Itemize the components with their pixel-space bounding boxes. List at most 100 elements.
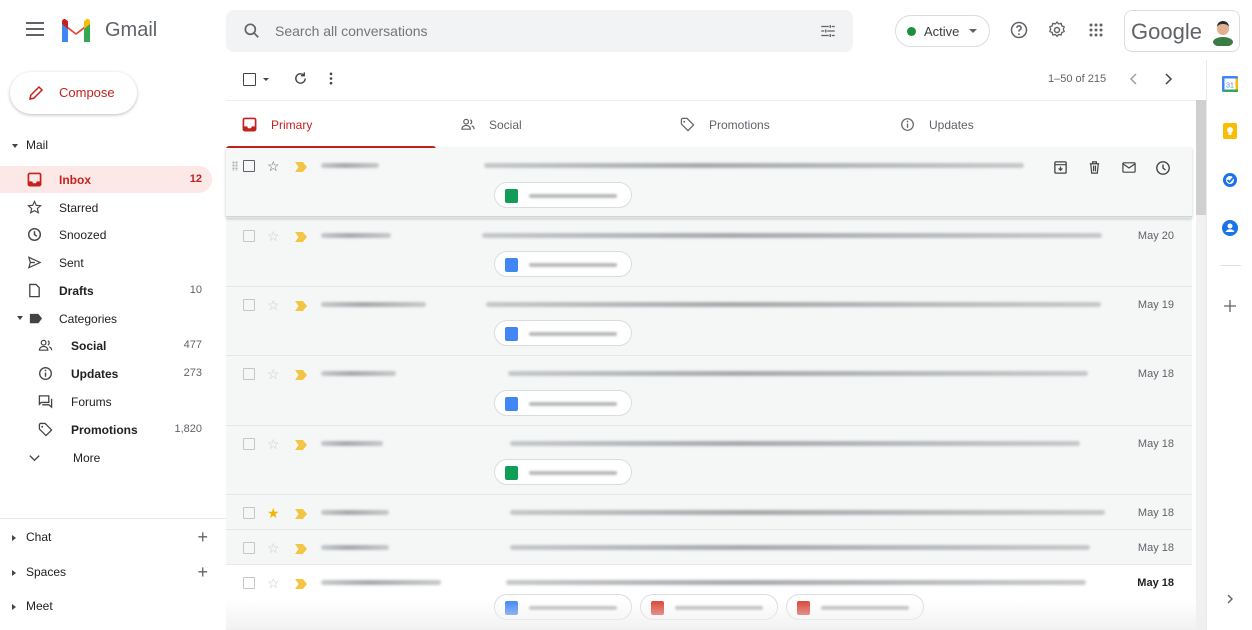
important-marker-icon[interactable] (295, 301, 307, 311)
select-dropdown-icon[interactable] (263, 78, 269, 81)
account-button[interactable]: Google (1124, 10, 1240, 52)
attachment-chip[interactable] (786, 594, 924, 620)
status-selector[interactable]: Active (895, 15, 990, 47)
list-toolbar: 1–50 of 215 (226, 60, 1196, 100)
sidebar-item-drafts[interactable]: Drafts 10 (0, 277, 212, 304)
attachment-chip[interactable] (494, 251, 632, 277)
attachment-chip[interactable] (494, 390, 632, 416)
snooze-icon[interactable] (1155, 160, 1171, 176)
star-icon[interactable]: ☆ (267, 576, 280, 590)
important-marker-icon[interactable] (295, 579, 307, 589)
apps-grid-icon[interactable] (1086, 20, 1106, 40)
category-count: 273 (183, 367, 202, 379)
attachment-chip[interactable] (494, 182, 632, 208)
mail-section-header[interactable]: Mail (12, 138, 48, 152)
email-row[interactable]: ☆ May 18 (226, 565, 1192, 630)
email-row[interactable]: ☆ May 18 (226, 530, 1192, 565)
star-icon[interactable]: ☆ (267, 229, 280, 243)
more-options-icon[interactable] (328, 71, 334, 86)
important-marker-icon[interactable] (295, 509, 307, 519)
archive-icon[interactable] (1053, 160, 1068, 175)
doc-file-icon (505, 327, 518, 341)
important-marker-icon[interactable] (295, 162, 307, 172)
top-bar: Gmail Active Google (0, 0, 1252, 60)
sidebar-section-chat[interactable]: Chat + (12, 527, 212, 547)
row-checkbox[interactable] (243, 230, 255, 242)
star-icon[interactable]: ☆ (267, 367, 280, 381)
sidebar-item-updates[interactable]: Updates 273 (0, 360, 212, 387)
attachment-chip[interactable] (494, 459, 632, 485)
email-row[interactable]: ☆ May 20 (226, 218, 1192, 287)
email-row[interactable]: ☆ May 19 (226, 287, 1192, 356)
send-icon (27, 256, 42, 269)
attachment-chip[interactable] (494, 320, 632, 346)
important-marker-icon[interactable] (295, 370, 307, 380)
email-row[interactable]: ☆ (226, 148, 1192, 218)
sidebar-section-meet[interactable]: Meet (12, 599, 212, 613)
important-marker-icon[interactable] (295, 232, 307, 242)
row-checkbox[interactable] (243, 368, 255, 380)
search-input[interactable] (275, 23, 795, 39)
search-options-icon[interactable] (819, 22, 837, 40)
row-checkbox[interactable] (243, 160, 255, 172)
add-addon-icon[interactable] (1221, 297, 1239, 315)
contacts-icon[interactable] (1221, 219, 1239, 237)
calendar-icon[interactable]: 31 (1221, 75, 1239, 93)
tab-social[interactable]: Social (444, 101, 664, 149)
main-menu-button[interactable] (26, 22, 44, 38)
expand-triangle-icon (12, 534, 16, 541)
sidebar-item-forums[interactable]: Forums (0, 388, 212, 415)
sidebar-item-promotions[interactable]: Promotions 1,820 (0, 416, 212, 443)
row-checkbox[interactable] (243, 507, 255, 519)
next-page-icon[interactable] (1162, 72, 1174, 86)
help-icon[interactable] (1009, 20, 1029, 40)
row-checkbox[interactable] (243, 577, 255, 589)
tasks-icon[interactable] (1221, 171, 1239, 189)
star-icon[interactable]: ☆ (267, 298, 280, 312)
add-space-icon[interactable]: + (197, 562, 208, 583)
gmail-logo[interactable] (60, 18, 92, 42)
show-side-panel-icon[interactable] (1221, 590, 1239, 608)
star-icon[interactable]: ☆ (267, 437, 280, 451)
keep-icon[interactable] (1221, 122, 1239, 140)
important-marker-icon[interactable] (295, 544, 307, 554)
scrollbar-thumb[interactable] (1196, 100, 1206, 215)
search-bar[interactable] (226, 10, 853, 52)
row-checkbox[interactable] (243, 299, 255, 311)
sidebar-item-more[interactable]: More (0, 444, 212, 471)
attachment-chip[interactable] (494, 594, 632, 620)
star-icon[interactable]: ★ (267, 506, 280, 520)
delete-icon[interactable] (1087, 160, 1102, 175)
email-row[interactable]: ☆ May 18 (226, 356, 1192, 426)
add-chat-icon[interactable]: + (197, 527, 208, 548)
row-checkbox[interactable] (243, 438, 255, 450)
sidebar-item-categories[interactable]: Categories (0, 305, 212, 332)
star-icon[interactable]: ☆ (267, 541, 280, 555)
sidebar-item-social[interactable]: Social 477 (0, 332, 212, 359)
select-all-checkbox[interactable] (243, 73, 256, 86)
important-marker-icon[interactable] (295, 440, 307, 450)
sidebar-item-inbox[interactable]: Inbox 12 (0, 166, 212, 193)
star-icon[interactable]: ☆ (267, 159, 280, 173)
sidebar-item-sent[interactable]: Sent (0, 249, 212, 276)
clock-icon (27, 227, 42, 242)
caret-down-icon (969, 29, 977, 33)
sidebar-section-spaces[interactable]: Spaces + (12, 562, 212, 582)
row-checkbox[interactable] (243, 542, 255, 554)
avatar[interactable] (1211, 18, 1235, 46)
tab-primary[interactable]: Primary (226, 101, 446, 149)
email-row[interactable]: ☆ May 18 (226, 426, 1192, 495)
attachment-chip[interactable] (640, 594, 778, 620)
drag-handle-icon[interactable] (232, 161, 238, 171)
compose-button[interactable]: Compose (10, 72, 137, 114)
sidebar-item-starred[interactable]: Starred (0, 194, 212, 221)
prev-page-icon[interactable] (1128, 72, 1140, 86)
refresh-icon[interactable] (293, 71, 308, 86)
mark-unread-icon[interactable] (1121, 160, 1137, 175)
settings-icon[interactable] (1047, 20, 1067, 40)
tab-promotions[interactable]: Promotions (664, 101, 884, 149)
search-icon[interactable] (242, 21, 262, 41)
sidebar-item-snoozed[interactable]: Snoozed (0, 221, 212, 248)
tab-updates[interactable]: Updates (884, 101, 1104, 149)
email-row[interactable]: ★ May 18 (226, 495, 1192, 530)
